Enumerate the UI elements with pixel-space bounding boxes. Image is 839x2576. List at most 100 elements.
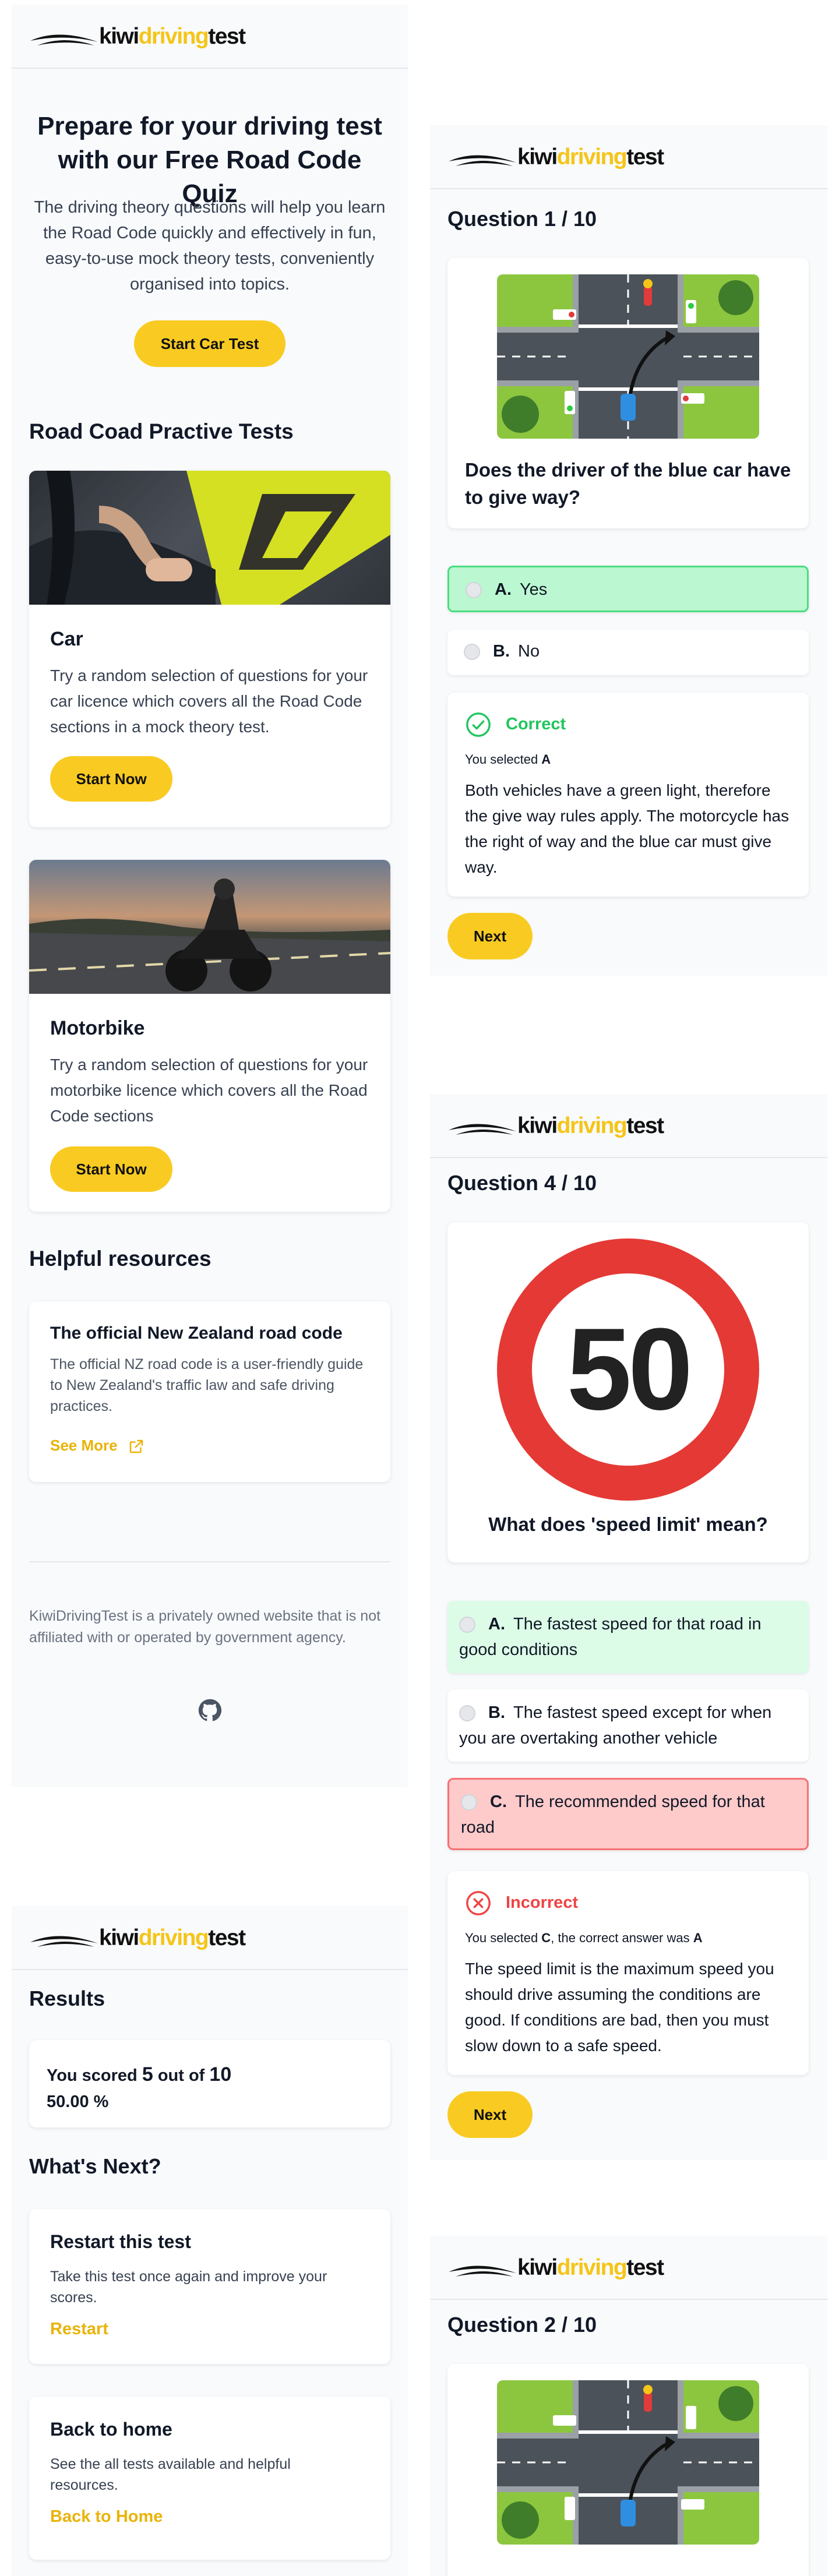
question-card: 50 What does 'speed limit' mean? [447,1222,809,1562]
see-more-label: See More [50,1437,118,1454]
intersection-illustration [497,2380,759,2545]
restart-title: Restart this test [50,2231,191,2252]
speed-sign-icon: 50 [497,1238,759,1501]
option-a[interactable]: A. Yes [447,566,809,612]
restart-text: Take this test once again and improve yo… [50,2268,327,2306]
option-a[interactable]: A. The fastest speed for that road in goo… [447,1601,809,1673]
option-c-radio[interactable] [461,1794,477,1811]
home-screen: kiwidrivingtest Prepare for your driving… [12,5,408,1787]
top-nav: kiwidrivingtest [430,2236,827,2300]
option-b-letter: B. [493,642,510,661]
swoosh-icon [449,155,516,166]
see-more-link[interactable]: See More [50,1437,145,1455]
question-text: What does 'speed limit' mean? [488,1513,768,1535]
resource-card: The official New Zealand road code The o… [29,1301,390,1482]
brand-logo[interactable]: kiwidrivingtest [447,2256,664,2279]
intersection-illustration [497,274,759,439]
option-a-radio[interactable] [466,582,482,599]
correct-mid: , the correct answer was [551,1931,693,1945]
resource-text: The official NZ road code is a user-frie… [50,1356,364,1414]
footer-text: KiwiDrivingTest is a privately owned web… [29,1608,381,1646]
resource-title: The official New Zealand road code [50,1324,343,1343]
car-text: Try a random selection of questions for … [50,666,368,736]
score-percent: 50.00 % [47,2092,109,2111]
hero-text: The driving theory questions will help y… [34,198,386,294]
swoosh-icon [449,1124,516,1135]
option-b[interactable]: B. The fastest speed except for when you … [447,1689,809,1762]
back-home-link[interactable]: Back to Home [50,2507,163,2526]
question-counter: Question 2 / 10 [447,2313,597,2337]
question-card [447,2364,809,2576]
brand-kiwi: kiwi [517,144,558,170]
motorbike-card: Motorbike Try a random selection of ques… [29,860,390,1212]
brand-test: test [626,2254,664,2280]
question-card: Does the driver of the blue car have to … [447,258,809,528]
start-car-test-button[interactable]: Start Car Test [134,320,285,367]
resources-heading: Helpful resources [29,1247,211,1271]
motorbike-text: Try a random selection of questions for … [50,1056,368,1125]
selected-line: You selected C, the correct answer was A [465,1931,703,1946]
brand-test: test [626,1113,664,1138]
brand-driving: driving [556,1113,628,1138]
check-circle-icon [466,712,491,737]
back-home-title: Back to home [50,2419,172,2440]
motorbike-start-button[interactable]: Start Now [50,1146,172,1192]
selected-prefix: You selected [465,752,542,767]
brand-logo[interactable]: kiwidrivingtest [447,1114,664,1137]
brand-logo[interactable]: kiwidrivingtest [29,23,246,49]
option-a-letter: A. [495,580,512,599]
swoosh-icon [449,2266,516,2277]
brand-kiwi: kiwi [99,23,139,49]
option-b-radio[interactable] [464,644,480,661]
next-button[interactable]: Next [447,2091,533,2138]
brand-driving: driving [138,23,209,49]
option-b-letter: B. [488,1703,505,1722]
back-home-card: Back to home See the all tests available… [29,2397,390,2560]
question-counter: Question 1 / 10 [447,207,597,231]
score-line: You scored 5 out of 10 [47,2063,231,2086]
car-title: Car [50,628,83,650]
selected-line: You selected A [465,752,551,767]
question-counter: Question 4 / 10 [447,1171,597,1195]
car-start-button[interactable]: Start Now [50,756,172,802]
brand-logo[interactable]: kiwidrivingtest [29,1926,246,1949]
feedback-card: Correct You selected A Both vehicles hav… [447,693,809,897]
option-b[interactable]: B. No [447,630,809,675]
results-title: Results [29,1986,105,2010]
brand-logo[interactable]: kiwidrivingtest [447,145,664,168]
brand-test: test [626,144,664,170]
x-circle-icon [466,1891,491,1915]
quiz-q2-screen: kiwidrivingtest Question 2 / 10 [430,2236,827,2576]
question-text: Does the driver of the blue car have to … [465,459,791,508]
option-c-letter: C. [490,1792,507,1811]
speed-sign-number: 50 [532,1273,724,1466]
score-value: 5 [142,2063,153,2085]
option-a-radio[interactable] [459,1617,475,1633]
top-nav: kiwidrivingtest [430,1094,827,1158]
motorbike-title: Motorbike [50,1017,145,1039]
score-card: You scored 5 out of 10 50.00 % [29,2040,390,2127]
next-button[interactable]: Next [447,913,533,959]
score-total: 10 [209,2063,232,2085]
option-c[interactable]: C. The recommended speed for that road [447,1778,809,1850]
option-a-text: Yes [520,580,548,599]
option-a-letter: A. [488,1615,505,1633]
explanation-text: The speed limit is the maximum speed you… [465,1960,774,2055]
brand-kiwi: kiwi [517,1113,558,1138]
restart-link[interactable]: Restart [50,2320,108,2339]
quiz-q4-screen: kiwidrivingtest Question 4 / 10 50 What … [430,1094,827,2160]
brand-driving: driving [556,144,628,170]
motorbike-image [29,860,390,994]
results-screen: kiwidrivingtest Results You scored 5 out… [12,1906,408,2576]
option-b-radio[interactable] [459,1705,475,1722]
brand-kiwi: kiwi [517,2254,558,2280]
explanation-text: Both vehicles have a green light, theref… [465,781,789,876]
swoosh-icon [30,34,98,45]
github-icon[interactable] [198,1699,221,1722]
result-label: Correct [506,715,566,733]
brand-driving: driving [556,2254,628,2280]
whats-next-heading: What's Next? [29,2154,161,2178]
restart-card: Restart this test Take this test once ag… [29,2209,390,2364]
brand-test: test [208,23,246,49]
feedback-card: Incorrect You selected C, the correct an… [447,1871,809,2075]
